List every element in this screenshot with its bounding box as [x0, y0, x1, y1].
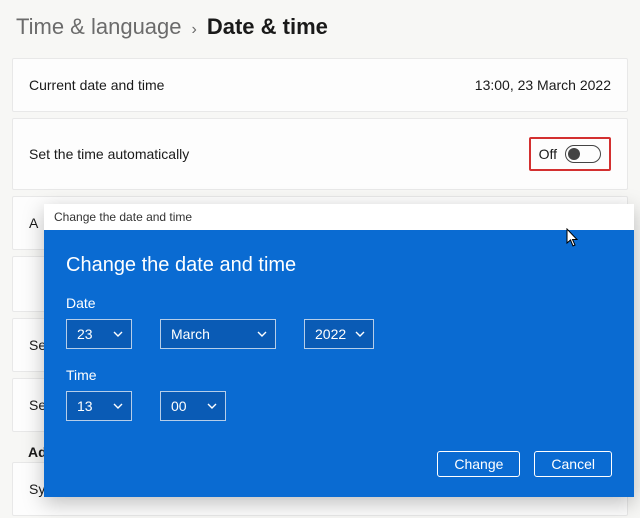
breadcrumb-parent[interactable]: Time & language: [16, 14, 182, 40]
chevron-right-icon: ›: [192, 21, 197, 39]
toggle-knob: [568, 148, 580, 160]
chevron-down-icon: [113, 403, 123, 409]
chevron-down-icon: [207, 403, 217, 409]
auto-time-label: Set the time automatically: [29, 146, 189, 162]
day-select[interactable]: 23: [66, 319, 132, 349]
time-label: Time: [66, 367, 612, 383]
dialog-titlebar: Change the date and time: [44, 204, 634, 230]
minute-value: 00: [171, 398, 187, 414]
month-value: March: [171, 326, 210, 342]
day-value: 23: [77, 326, 93, 342]
date-label: Date: [66, 295, 612, 311]
change-datetime-dialog: Change the date and time Change the date…: [44, 204, 634, 497]
change-button[interactable]: Change: [437, 451, 520, 477]
current-datetime-card: Current date and time 13:00, 23 March 20…: [12, 58, 628, 112]
chevron-down-icon: [257, 331, 267, 337]
hour-select[interactable]: 13: [66, 391, 132, 421]
year-value: 2022: [315, 326, 346, 342]
cancel-button[interactable]: Cancel: [534, 451, 612, 477]
year-select[interactable]: 2022: [304, 319, 374, 349]
current-datetime-label: Current date and time: [29, 77, 164, 93]
page-title: Date & time: [207, 14, 328, 40]
chevron-down-icon: [355, 331, 365, 337]
highlight-box: Off: [529, 137, 611, 171]
minute-select[interactable]: 00: [160, 391, 226, 421]
chevron-down-icon: [113, 331, 123, 337]
current-datetime-value: 13:00, 23 March 2022: [475, 77, 611, 93]
auto-time-state: Off: [539, 146, 557, 162]
auto-time-card: Set the time automatically Off: [12, 118, 628, 190]
breadcrumb: Time & language › Date & time: [0, 0, 640, 58]
auto-time-toggle[interactable]: [565, 145, 601, 163]
dialog-heading: Change the date and time: [66, 254, 612, 277]
hour-value: 13: [77, 398, 93, 414]
month-select[interactable]: March: [160, 319, 276, 349]
